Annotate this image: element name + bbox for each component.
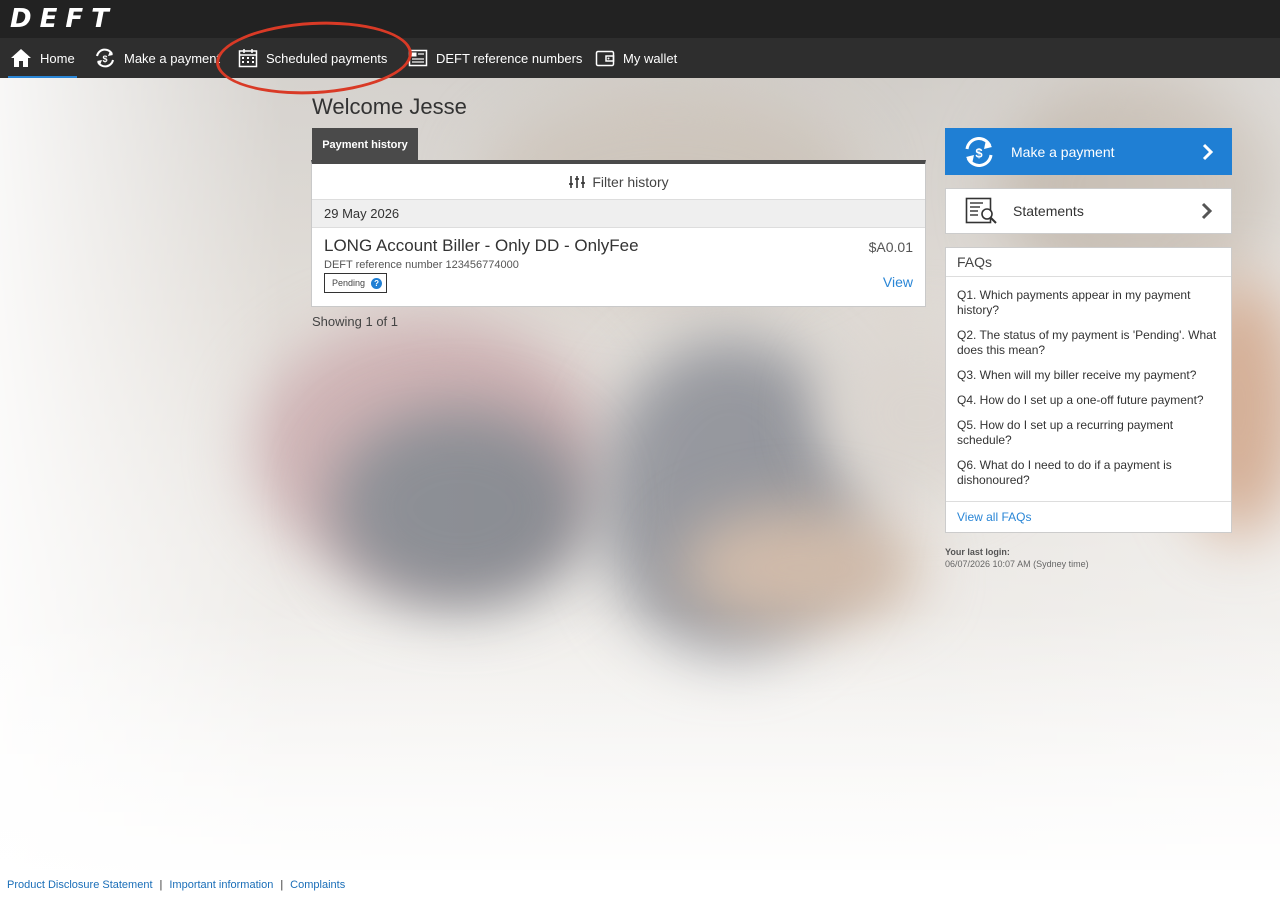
chevron-right-icon xyxy=(1201,202,1213,220)
nav-home-label: Home xyxy=(40,50,75,66)
nav-my-wallet[interactable]: My wallet xyxy=(595,38,677,78)
make-payment-label: Make a payment xyxy=(1011,143,1115,160)
sliders-icon xyxy=(569,175,586,188)
faq-item[interactable]: Q3. When will my biller receive my payme… xyxy=(957,368,1220,383)
footer: Product Disclosure Statement | Important… xyxy=(0,870,1280,899)
footer-separator: | xyxy=(280,878,284,891)
faq-panel: FAQs Q1. Which payments appear in my pay… xyxy=(945,247,1232,533)
faq-item[interactable]: Q1. Which payments appear in my payment … xyxy=(957,288,1220,318)
payment-cycle-icon: $ xyxy=(965,136,993,167)
statements-label: Statements xyxy=(1013,203,1084,219)
page-title: Welcome Jesse xyxy=(312,94,467,119)
faq-item[interactable]: Q4. How do I set up a one-off future pay… xyxy=(957,393,1220,408)
home-icon xyxy=(11,49,31,67)
statements-button[interactable]: Statements xyxy=(945,188,1232,234)
document-search-icon xyxy=(965,197,997,224)
top-bar: DEFT xyxy=(0,0,1280,38)
payment-cycle-icon: $ xyxy=(96,48,114,68)
last-login-value: 06/07/2026 10:07 AM (Sydney time) xyxy=(945,559,1089,569)
deft-logo[interactable]: DEFT xyxy=(10,4,117,34)
payment-amount: $A0.01 xyxy=(868,239,913,255)
nav-make-payment[interactable]: $ Make a payment xyxy=(94,38,220,78)
last-login-label: Your last login: xyxy=(945,547,1010,557)
faq-item[interactable]: Q2. The status of my payment is 'Pending… xyxy=(957,328,1220,358)
footer-link-complaints[interactable]: Complaints xyxy=(290,879,345,891)
nav-make-payment-label: Make a payment xyxy=(124,50,221,66)
filter-history-label: Filter history xyxy=(592,173,669,190)
wallet-icon xyxy=(595,50,615,67)
last-login-info: Your last login: 06/07/2026 10:07 AM (Sy… xyxy=(945,547,1089,569)
filter-history-button[interactable]: Filter history xyxy=(312,164,925,200)
pagination-summary: Showing 1 of 1 xyxy=(312,314,399,329)
faq-title: FAQs xyxy=(946,248,1231,277)
make-payment-button[interactable]: $ Make a payment xyxy=(945,128,1232,175)
view-all-faqs-link[interactable]: View all FAQs xyxy=(946,501,1231,532)
payment-biller-name: LONG Account Biller - Only DD - OnlyFee xyxy=(324,236,639,255)
help-icon[interactable]: ? xyxy=(371,277,383,289)
nav-deft-reference-numbers-label: DEFT reference numbers xyxy=(436,50,583,66)
tab-payment-history[interactable]: Payment history xyxy=(312,128,418,161)
nav-deft-reference-numbers[interactable]: DEFT reference numbers xyxy=(408,38,582,78)
date-group-header: 29 May 2026 xyxy=(312,200,925,228)
faq-item[interactable]: Q5. How do I set up a recurring payment … xyxy=(957,418,1220,448)
payment-history-panel: Filter history 29 May 2026 LONG Account … xyxy=(311,160,926,307)
footer-separator: | xyxy=(159,878,163,891)
view-payment-link[interactable]: View xyxy=(883,274,913,290)
status-badge: Pending ? xyxy=(324,273,388,293)
footer-link-pds[interactable]: Product Disclosure Statement xyxy=(7,879,153,891)
status-badge-label: Pending xyxy=(332,278,366,288)
chevron-right-icon xyxy=(1202,143,1214,160)
faq-item[interactable]: Q6. What do I need to do if a payment is… xyxy=(957,458,1220,488)
footer-link-important-information[interactable]: Important information xyxy=(169,879,273,891)
nav-home[interactable]: Home xyxy=(8,38,77,78)
nav-my-wallet-label: My wallet xyxy=(623,50,678,66)
main-nav: Home $ Make a payment Scheduled payments… xyxy=(0,38,1280,78)
svg-text:$: $ xyxy=(102,54,107,64)
svg-text:$: $ xyxy=(975,145,983,160)
payment-reference: DEFT reference number 123456774000 xyxy=(324,259,519,271)
